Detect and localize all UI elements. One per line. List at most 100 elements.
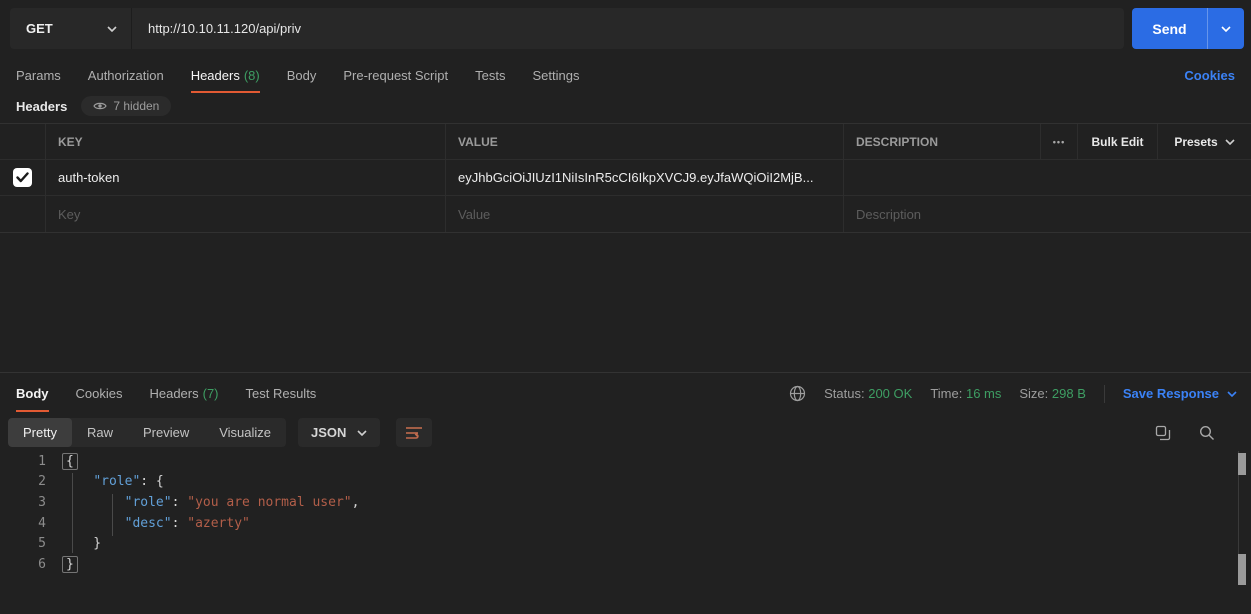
value-input-placeholder[interactable]: Value: [445, 196, 843, 232]
response-tab-test-results[interactable]: Test Results: [246, 376, 317, 412]
time-indicator: Time: 16 ms: [930, 386, 1001, 401]
copy-icon[interactable]: [1155, 425, 1171, 441]
scrollbar-thumb[interactable]: [1238, 554, 1246, 585]
headers-section-title: Headers: [16, 99, 67, 114]
tab-tests[interactable]: Tests: [475, 57, 505, 93]
wrap-lines-icon: [405, 426, 423, 440]
response-meta: Status: 200 OK Time: 16 ms Size: 298 B S…: [789, 385, 1237, 403]
headers-section-header: Headers 7 hidden: [0, 93, 1251, 123]
tab-pre-request-script[interactable]: Pre-request Script: [343, 57, 448, 93]
response-body-editor[interactable]: 1{2 "role": {3 "role": "you are normal u…: [0, 451, 1251, 585]
code-line: 5 }: [0, 533, 1251, 554]
scrollbar-thumb[interactable]: [1238, 453, 1246, 475]
response-body-tools: [1155, 425, 1237, 441]
status-indicator: Status: 200 OK: [824, 386, 912, 401]
row-checkbox-cell: [0, 196, 45, 232]
format-dropdown[interactable]: JSON: [298, 418, 380, 447]
send-options-button[interactable]: [1207, 8, 1244, 49]
save-response-dropdown[interactable]: Save Response: [1123, 386, 1237, 401]
hidden-headers-toggle[interactable]: 7 hidden: [81, 96, 171, 116]
response-tab-headers[interactable]: Headers (7): [149, 376, 218, 412]
row-checkbox[interactable]: [13, 168, 32, 187]
code-line: 1{: [0, 451, 1251, 472]
tab-body[interactable]: Body: [287, 57, 317, 93]
column-value: VALUE: [445, 124, 843, 159]
header-value-cell[interactable]: eyJhbGciOiJIUzI1NiIsInR5cCI6IkpXVCJ9.eyJ…: [445, 160, 843, 195]
header-row-empty: Key Value Description: [0, 196, 1251, 232]
search-icon[interactable]: [1199, 425, 1215, 441]
meta-divider: [1104, 385, 1105, 403]
more-options-icon[interactable]: •••: [1040, 124, 1077, 159]
response-view-bar: Pretty Raw Preview Visualize JSON: [0, 414, 1251, 451]
empty-area: [0, 233, 1251, 372]
header-key-cell[interactable]: auth-token: [45, 160, 445, 195]
size-value: 298 B: [1052, 386, 1086, 401]
url-text: http://10.10.11.120/api/priv: [148, 21, 301, 36]
headers-table: KEY VALUE DESCRIPTION ••• Bulk Edit Pres…: [0, 123, 1251, 233]
view-tab-pretty[interactable]: Pretty: [8, 418, 72, 447]
tab-params[interactable]: Params: [16, 57, 61, 93]
postman-app-window: GET http://10.10.11.120/api/priv Send Pa…: [0, 0, 1251, 614]
view-tab-visualize[interactable]: Visualize: [204, 418, 286, 447]
format-label: JSON: [311, 425, 346, 440]
column-key: KEY: [45, 124, 445, 159]
row-checkbox-cell: [0, 160, 45, 195]
wrap-lines-button[interactable]: [396, 418, 432, 447]
chevron-down-icon: [107, 26, 117, 32]
fold-marker[interactable]: {: [62, 453, 78, 470]
description-input-placeholder[interactable]: Description: [843, 196, 1251, 232]
tab-settings[interactable]: Settings: [532, 57, 579, 93]
tab-authorization[interactable]: Authorization: [88, 57, 164, 93]
bulk-edit-button[interactable]: Bulk Edit: [1077, 124, 1157, 159]
request-url-bar: GET http://10.10.11.120/api/priv Send: [0, 0, 1251, 57]
time-value: 16 ms: [966, 386, 1001, 401]
indent-guide: [72, 473, 73, 553]
code-line: 2 "role": {: [0, 472, 1251, 493]
response-tab-body[interactable]: Body: [16, 376, 49, 412]
method-label: GET: [26, 21, 53, 36]
code-line: 4 "desc": "azerty": [0, 513, 1251, 534]
send-button-group: Send: [1132, 8, 1244, 49]
tab-headers[interactable]: Headers (8): [191, 57, 260, 93]
fold-marker[interactable]: }: [62, 556, 78, 573]
globe-icon[interactable]: [789, 385, 806, 402]
response-headers-count-badge: (7): [203, 386, 219, 401]
url-input[interactable]: http://10.10.11.120/api/priv: [131, 8, 1124, 49]
cookies-link[interactable]: Cookies: [1184, 68, 1235, 83]
view-mode-group: Pretty Raw Preview Visualize: [8, 418, 286, 447]
header-description-cell[interactable]: [843, 160, 1251, 195]
chevron-down-icon: [357, 430, 367, 436]
request-tabs: Params Authorization Headers (8) Body Pr…: [0, 57, 1251, 93]
line-number: 6: [0, 557, 52, 572]
send-button[interactable]: Send: [1132, 8, 1207, 49]
size-indicator: Size: 298 B: [1019, 386, 1086, 401]
select-all-cell: [0, 124, 45, 159]
line-number: 2: [0, 474, 52, 489]
status-value: 200 OK: [868, 386, 912, 401]
headers-table-header-row: KEY VALUE DESCRIPTION ••• Bulk Edit Pres…: [0, 124, 1251, 160]
hidden-headers-label: 7 hidden: [113, 99, 159, 113]
chevron-down-icon: [1225, 139, 1235, 145]
presets-dropdown[interactable]: Presets: [1157, 124, 1251, 159]
response-tabs-bar: Body Cookies Headers (7) Test Results St…: [0, 373, 1251, 414]
line-number: 4: [0, 516, 52, 531]
json-code: 1{2 "role": {3 "role": "you are normal u…: [0, 451, 1251, 575]
key-input-placeholder[interactable]: Key: [45, 196, 445, 232]
column-description-group: DESCRIPTION ••• Bulk Edit Presets: [843, 124, 1251, 159]
view-tab-preview[interactable]: Preview: [128, 418, 204, 447]
header-row-auth-token: auth-token eyJhbGciOiJIUzI1NiIsInR5cCI6I…: [0, 160, 1251, 196]
eye-icon: [93, 101, 107, 111]
chevron-down-icon: [1227, 391, 1237, 397]
line-number: 3: [0, 495, 52, 510]
indent-guide: [112, 494, 113, 536]
chevron-down-icon: [1221, 26, 1231, 32]
line-number: 1: [0, 454, 52, 469]
code-line: 3 "role": "you are normal user",: [0, 492, 1251, 513]
view-tab-raw[interactable]: Raw: [72, 418, 128, 447]
line-number: 5: [0, 536, 52, 551]
column-description: DESCRIPTION: [844, 135, 1040, 149]
response-tab-cookies[interactable]: Cookies: [76, 376, 123, 412]
headers-count-badge: (8): [244, 68, 260, 83]
code-line: 6}: [0, 554, 1251, 575]
method-dropdown[interactable]: GET: [10, 8, 131, 49]
